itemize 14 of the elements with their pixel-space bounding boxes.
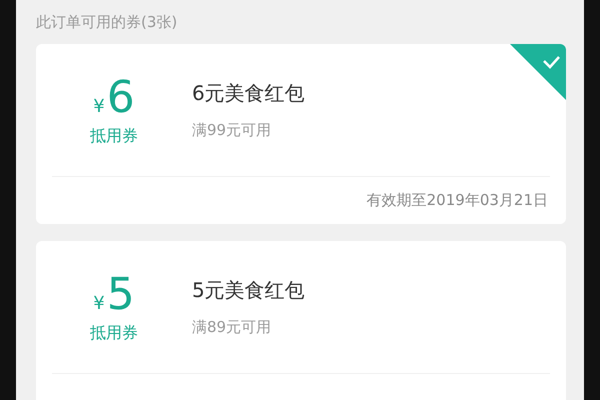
coupon-condition: 满99元可用: [192, 121, 272, 140]
currency-symbol: ¥: [93, 96, 105, 116]
coupon-title: 5元美食红包: [192, 277, 305, 304]
coupon-amount: 6: [106, 74, 135, 122]
currency-symbol: ¥: [93, 292, 105, 314]
coupon-card[interactable]: ¥6 抵用券 6元美食红包 满99元可用 有效期至2019年03月21日: [36, 44, 566, 224]
coupon-type: 抵用券: [90, 126, 138, 146]
coupon-amount: 5: [106, 270, 135, 318]
coupon-title: 6元美食红包: [192, 80, 305, 107]
coupon-condition: 满89元可用: [192, 318, 272, 337]
coupon-type: 抵用券: [90, 322, 138, 344]
section-title: 此订单可用的券(3张): [36, 12, 178, 33]
coupon-card[interactable]: ¥5 抵用券 5元美食红包 满89元可用: [36, 241, 566, 400]
expiry-date: 有效期至2019年03月21日: [366, 191, 548, 210]
